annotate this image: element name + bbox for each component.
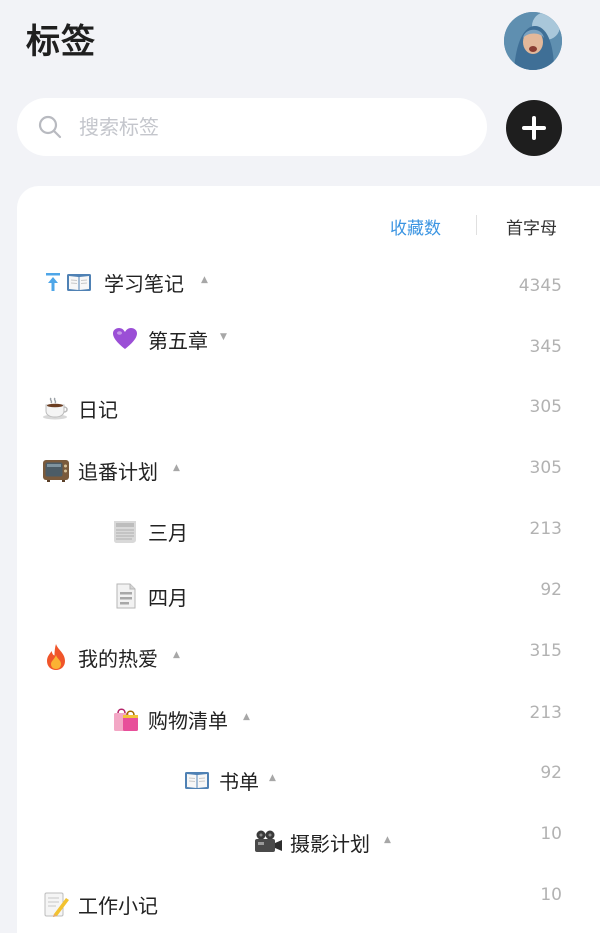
tag-label: 工作小记 [78, 894, 158, 918]
sort-by-initial-tab[interactable]: 首字母 [506, 214, 557, 239]
tag-count: 345 [529, 337, 562, 357]
tag-row[interactable]: 日记 305 [0, 388, 600, 428]
tag-row[interactable]: 书单 ▲ 92 [0, 760, 600, 800]
tag-label: 摄影计划 [290, 832, 370, 856]
tag-count: 92 [540, 580, 562, 600]
tag-count: 213 [529, 519, 562, 539]
collapse-caret-icon[interactable]: ▲ [173, 463, 180, 473]
tag-count: 92 [540, 763, 562, 783]
open-book-icon [185, 772, 209, 789]
collapse-caret-icon[interactable]: ▲ [173, 650, 180, 660]
tag-count: 305 [529, 397, 562, 417]
tag-count: 10 [540, 824, 562, 844]
search-bar[interactable] [17, 98, 487, 156]
collapse-caret-icon[interactable]: ▲ [243, 712, 250, 722]
page-title: 标签 [26, 22, 96, 62]
tag-row[interactable]: 工作小记 10 [0, 884, 600, 924]
fire-icon [47, 644, 65, 670]
collapse-caret-icon[interactable]: ▲ [384, 835, 391, 845]
video-camera-icon [255, 830, 282, 852]
search-input[interactable] [77, 114, 441, 140]
tag-row[interactable]: 第五章 ▼ 345 [0, 319, 600, 359]
tag-label: 学习笔记 [104, 272, 184, 296]
tag-count: 213 [529, 703, 562, 723]
plus-icon [522, 116, 546, 140]
coffee-icon [43, 397, 68, 420]
shopping-bags-icon [114, 708, 138, 731]
tv-icon [43, 460, 69, 482]
tag-row[interactable]: 购物清单 ▲ 213 [0, 699, 600, 739]
tag-row[interactable]: 追番计划 ▲ 305 [0, 450, 600, 490]
tag-count: 10 [540, 885, 562, 905]
open-book-icon [67, 274, 91, 291]
tag-label: 第五章 [148, 329, 208, 353]
tag-label: 日记 [78, 398, 118, 422]
tag-count: 315 [529, 641, 562, 661]
tag-label: 四月 [148, 586, 188, 610]
avatar-image [504, 12, 562, 70]
search-icon [38, 115, 62, 139]
newspaper-icon [114, 521, 136, 543]
tag-row[interactable]: 我的热爱 ▲ 315 [0, 637, 600, 677]
tag-row[interactable]: 三月 213 [0, 511, 600, 551]
memo-icon [44, 892, 69, 917]
purple-heart-icon [113, 328, 137, 349]
tag-label: 书单 [219, 770, 259, 794]
tag-count: 4345 [518, 276, 562, 296]
add-tag-button[interactable] [506, 100, 562, 156]
pin-icon [46, 273, 60, 291]
tag-row[interactable]: 学习笔记 ▲ 4345 [0, 262, 600, 302]
tag-label: 购物清单 [148, 709, 228, 733]
tag-label: 追番计划 [78, 460, 158, 484]
tag-label: 三月 [148, 521, 188, 545]
expand-caret-icon[interactable]: ▼ [220, 332, 227, 342]
tag-label: 我的热爱 [78, 647, 158, 671]
avatar[interactable] [504, 12, 562, 70]
tag-row[interactable]: 四月 92 [0, 576, 600, 616]
collapse-caret-icon[interactable]: ▲ [201, 275, 208, 285]
document-icon [116, 583, 136, 609]
sort-by-favorites-tab[interactable]: 收藏数 [390, 214, 441, 239]
tag-count: 305 [529, 458, 562, 478]
tag-row[interactable]: 摄影计划 ▲ 10 [0, 822, 600, 862]
sort-divider [476, 215, 477, 235]
tags-screen: 标签 收藏数 首字母 [0, 0, 600, 933]
collapse-caret-icon[interactable]: ▲ [269, 773, 276, 783]
